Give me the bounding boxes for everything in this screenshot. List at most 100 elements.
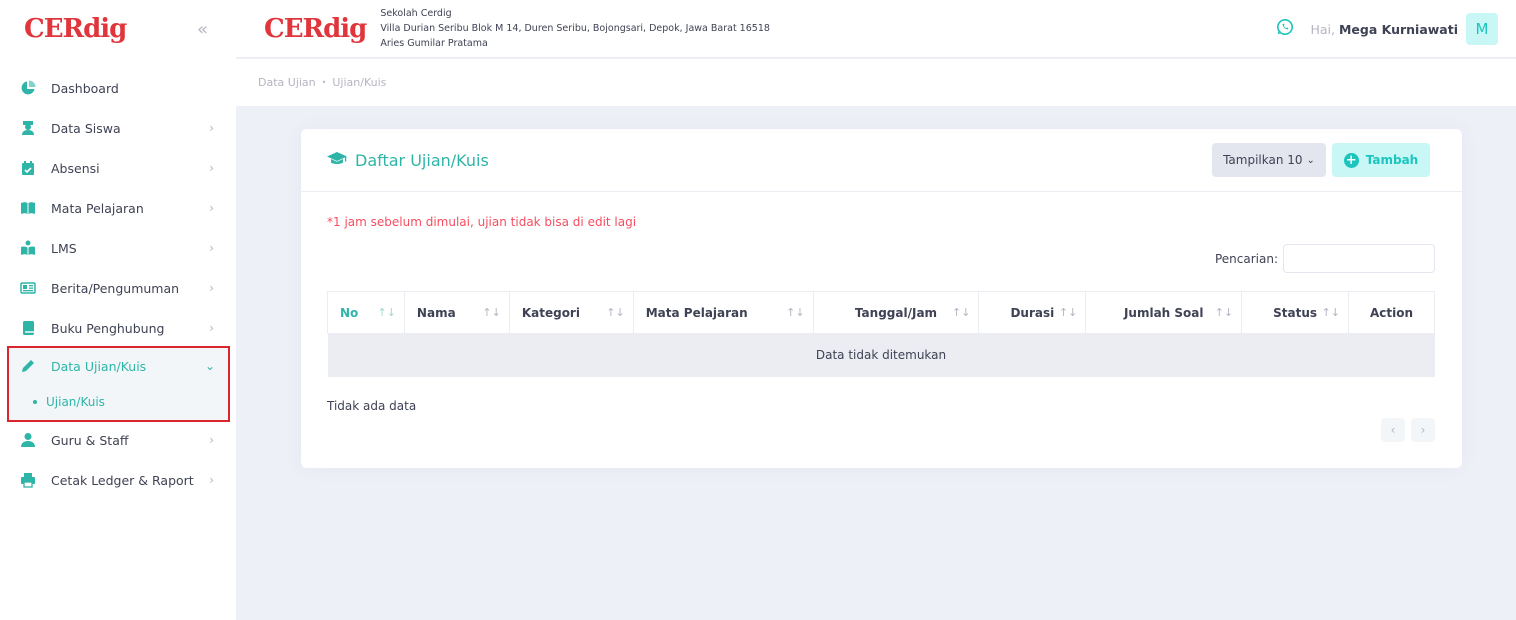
sort-icon: ↑↓	[606, 306, 625, 319]
sort-icon: ↑↓	[1214, 306, 1234, 319]
sidebar-item-label: Data Ujian/Kuis	[51, 358, 147, 374]
column-header-tanggal-jam[interactable]: Tanggal/Jam ↑↓	[812, 291, 980, 334]
student-icon	[20, 120, 36, 136]
pagination: ‹ ›	[1375, 418, 1435, 442]
user-name: Mega Kurniawati	[1338, 21, 1458, 37]
sidebar: CERdig « Dashboard Data Siswa › Absensi …	[0, 0, 236, 620]
column-label: Status	[1273, 305, 1318, 320]
chevron-right-icon: ›	[209, 433, 214, 447]
sort-icon: ↑↓	[786, 306, 805, 319]
sidebar-subitem-label: Ujian/Kuis	[46, 395, 105, 409]
prev-page-button[interactable]: ‹	[1381, 418, 1405, 442]
sidebar-item-absensi[interactable]: Absensi ›	[0, 148, 236, 188]
sort-icon: ↑↓	[951, 306, 971, 319]
sidebar-item-label: Mata Pelajaran	[51, 200, 144, 216]
empty-state-cell: Data tidak ditemukan	[327, 333, 1435, 377]
chevron-right-icon: ›	[209, 161, 214, 175]
school-person: Aries Gumilar Pratama	[380, 38, 488, 49]
sidebar-brand: CERdig «	[0, 0, 236, 58]
page-size-label: Tampilkan 10	[1223, 153, 1303, 167]
column-header-no[interactable]: No ↑↓	[327, 291, 405, 334]
column-header-durasi[interactable]: Durasi ↑↓	[978, 291, 1087, 334]
column-header-kategori[interactable]: Kategori ↑↓	[508, 291, 634, 334]
edit-warning-note: *1 jam sebelum dimulai, ujian tidak bisa…	[327, 215, 637, 229]
sort-icon: ↑↓	[1321, 306, 1341, 319]
avatar[interactable]: M	[1466, 13, 1498, 45]
newspaper-icon	[20, 280, 36, 296]
sidebar-item-label: Guru & Staff	[51, 432, 129, 448]
printer-icon	[20, 472, 36, 488]
graduation-cap-icon	[327, 150, 347, 170]
column-label: Nama	[416, 305, 456, 320]
sidebar-item-label: Berita/Pengumuman	[51, 280, 180, 296]
user-icon	[20, 432, 36, 448]
sidebar-item-buku-penghubung[interactable]: Buku Penghubung ›	[0, 308, 236, 348]
chevron-right-icon: ›	[209, 281, 214, 295]
search-area: Pencarian:	[1215, 244, 1435, 273]
add-exam-button[interactable]: + Tambah	[1332, 143, 1430, 177]
whatsapp-icon[interactable]	[1276, 18, 1294, 40]
breadcrumb-item-ujian-kuis[interactable]: Ujian/Kuis	[332, 76, 386, 89]
chevron-right-icon: ›	[209, 201, 214, 215]
sidebar-item-guru-staff[interactable]: Guru & Staff ›	[0, 420, 236, 460]
column-label: Tanggal/Jam	[854, 305, 938, 320]
sidebar-item-label: Dashboard	[51, 80, 119, 96]
table-header-row: No ↑↓ Nama ↑↓ Kategori ↑↓ Mata Pelajaran ↑↓ …	[327, 291, 1435, 334]
brand-logo[interactable]: CERdig	[24, 14, 127, 44]
column-header-nama[interactable]: Nama ↑↓	[403, 291, 510, 334]
school-name: Sekolah Cerdig	[380, 8, 452, 19]
school-info: Sekolah Cerdig Villa Durian Seribu Blok …	[380, 6, 770, 51]
column-label: Action	[1369, 305, 1414, 320]
breadcrumb: Data Ujian • Ujian/Kuis	[236, 59, 1516, 106]
sort-icon: ↑↓	[482, 306, 501, 319]
column-header-status[interactable]: Status ↑↓	[1241, 291, 1350, 334]
breadcrumb-separator: •	[321, 78, 327, 87]
sidebar-item-lms[interactable]: LMS ›	[0, 228, 236, 268]
column-label: Jumlah Soal	[1123, 305, 1204, 320]
sidebar-menu: Dashboard Data Siswa › Absensi › Mata Pe…	[0, 68, 236, 348]
book-icon	[20, 320, 36, 336]
double-chevron-left-icon[interactable]: «	[197, 19, 208, 40]
sidebar-item-berita-pengumuman[interactable]: Berita/Pengumuman ›	[0, 268, 236, 308]
sidebar-item-data-ujian-kuis[interactable]: Data Ujian/Kuis ⌄	[9, 348, 228, 384]
next-page-button[interactable]: ›	[1411, 418, 1435, 442]
column-header-mata-pelajaran[interactable]: Mata Pelajaran ↑↓	[632, 291, 814, 334]
card-header: Daftar Ujian/Kuis Tampilkan 10 ⌄ + Tamba…	[301, 129, 1462, 192]
search-label: Pencarian:	[1214, 251, 1278, 266]
table-info: Tidak ada data	[327, 399, 417, 413]
book-open-icon	[20, 200, 36, 216]
exam-list-card: Daftar Ujian/Kuis Tampilkan 10 ⌄ + Tamba…	[301, 129, 1462, 468]
sidebar-item-dashboard[interactable]: Dashboard	[0, 68, 236, 108]
sidebar-item-label: Absensi	[51, 160, 100, 176]
add-button-label: Tambah	[1365, 153, 1419, 167]
bullet-dot	[33, 400, 37, 404]
chevron-right-icon: ›	[209, 473, 214, 487]
top-header: CERdig Sekolah Cerdig Villa Durian Serib…	[236, 0, 1516, 58]
sidebar-item-label: Buku Penghubung	[51, 320, 165, 336]
chevron-right-icon: ›	[209, 321, 214, 335]
sidebar-menu-bottom: Guru & Staff › Cetak Ledger & Raport ›	[0, 420, 236, 500]
chevron-down-icon: ⌄	[1306, 154, 1315, 166]
column-label: No	[340, 305, 359, 320]
greeting-text: Hai,	[1310, 21, 1335, 37]
header-logo[interactable]: CERdig	[264, 14, 367, 44]
sidebar-group-data-ujian-kuis: Data Ujian/Kuis ⌄ Ujian/Kuis	[7, 346, 230, 422]
column-header-jumlah-soal[interactable]: Jumlah Soal ↑↓	[1085, 291, 1243, 334]
search-input[interactable]	[1283, 244, 1435, 273]
user-greeting[interactable]: Hai, Mega Kurniawati	[1310, 22, 1458, 37]
sidebar-item-data-siswa[interactable]: Data Siswa ›	[0, 108, 236, 148]
sort-icon: ↑↓	[377, 306, 396, 319]
sidebar-item-mata-pelajaran[interactable]: Mata Pelajaran ›	[0, 188, 236, 228]
sidebar-item-cetak-ledger-raport[interactable]: Cetak Ledger & Raport ›	[0, 460, 236, 500]
header-user-area: Hai, Mega Kurniawati M	[1276, 13, 1498, 45]
sort-icon: ↑↓	[1058, 306, 1078, 319]
page-title: Daftar Ujian/Kuis	[355, 150, 489, 170]
reading-icon	[20, 240, 36, 256]
page-size-dropdown[interactable]: Tampilkan 10 ⌄	[1212, 143, 1326, 177]
sidebar-subitem-ujian-kuis[interactable]: Ujian/Kuis	[9, 384, 228, 420]
sidebar-item-label: LMS	[51, 240, 77, 256]
breadcrumb-item-data-ujian[interactable]: Data Ujian	[258, 76, 316, 89]
pie-chart-icon	[20, 80, 36, 96]
table-row: Data tidak ditemukan	[327, 333, 1435, 377]
sidebar-item-label: Cetak Ledger & Raport	[51, 472, 194, 488]
